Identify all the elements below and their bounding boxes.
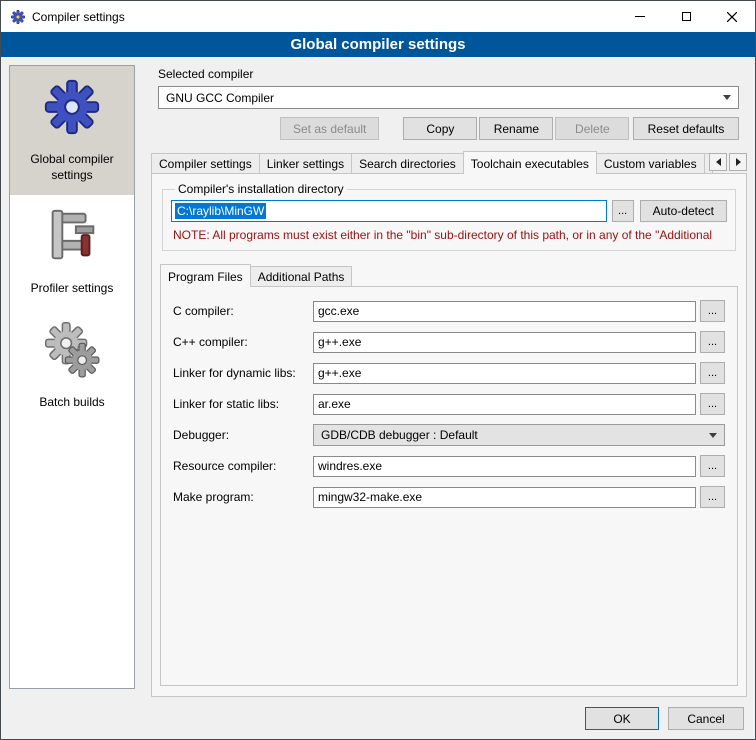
linker-dynamic-browse-button[interactable]: ...: [700, 362, 725, 384]
compiler-settings-window: Compiler settings Global compiler settin…: [0, 0, 756, 740]
tab-scroll-right-button[interactable]: [729, 153, 747, 171]
close-icon: [727, 12, 737, 22]
field-row-linker-static: Linker for static libs: ...: [173, 393, 725, 415]
sidebar-item-label: Batch builds: [39, 394, 104, 410]
titlebar: Compiler settings: [1, 1, 755, 32]
linker-dynamic-input[interactable]: [313, 363, 696, 384]
app-icon: [10, 9, 26, 25]
auto-detect-button[interactable]: Auto-detect: [640, 200, 727, 222]
set-as-default-button[interactable]: Set as default: [280, 117, 379, 140]
delete-button[interactable]: Delete: [555, 117, 629, 140]
installation-directory-browse-button[interactable]: ...: [612, 200, 634, 222]
reset-defaults-button[interactable]: Reset defaults: [633, 117, 739, 140]
minimize-icon: [635, 16, 645, 17]
linker-static-browse-button[interactable]: ...: [700, 393, 725, 415]
tab-linker-settings[interactable]: Linker settings: [259, 153, 352, 173]
tab-scroll-controls: [707, 153, 747, 171]
c-compiler-browse-button[interactable]: ...: [700, 300, 725, 322]
resource-compiler-label: Resource compiler:: [173, 459, 313, 473]
gray-gears-icon: [41, 319, 103, 381]
compiler-buttons-row: Set as default Copy Rename Delete Reset …: [158, 117, 739, 140]
settings-sidebar: Global compiler settings Profiler settin…: [9, 65, 135, 689]
field-row-linker-dynamic: Linker for dynamic libs: ...: [173, 362, 725, 384]
linker-static-label: Linker for static libs:: [173, 397, 313, 411]
c-compiler-label: C compiler:: [173, 304, 313, 318]
debugger-select-value: GDB/CDB debugger : Default: [321, 428, 703, 442]
compiler-select[interactable]: GNU GCC Compiler: [158, 86, 739, 109]
installation-directory-legend: Compiler's installation directory: [175, 182, 347, 196]
make-program-input[interactable]: [313, 487, 696, 508]
window-controls: [617, 1, 755, 32]
field-row-c-compiler: C compiler: ...: [173, 300, 725, 322]
field-row-make-program: Make program: ...: [173, 486, 725, 508]
tab-scroll-left-button[interactable]: [709, 153, 727, 171]
dialog-body: Global compiler settings Profiler settin…: [1, 57, 755, 739]
triangle-left-icon: [716, 158, 721, 166]
make-program-browse-button[interactable]: ...: [700, 486, 725, 508]
sidebar-item-label: Global compiler settings: [12, 151, 132, 183]
cpp-compiler-browse-button[interactable]: ...: [700, 331, 725, 353]
sidebar-item-global-compiler-settings[interactable]: Global compiler settings: [10, 66, 134, 195]
profiler-clamp-icon: [41, 205, 103, 267]
tab-program-files[interactable]: Program Files: [160, 264, 251, 287]
tab-toolchain-executables[interactable]: Toolchain executables: [463, 151, 597, 174]
field-row-debugger: Debugger: GDB/CDB debugger : Default: [173, 424, 725, 446]
make-program-label: Make program:: [173, 490, 313, 504]
sidebar-item-batch-builds[interactable]: Batch builds: [10, 309, 134, 422]
ok-button[interactable]: OK: [585, 707, 659, 730]
resource-compiler-browse-button[interactable]: ...: [700, 455, 725, 477]
page-title: Global compiler settings: [1, 32, 755, 57]
chevron-down-icon: [709, 433, 717, 438]
compiler-select-value: GNU GCC Compiler: [166, 91, 717, 105]
minimize-button[interactable]: [617, 1, 663, 32]
debugger-select[interactable]: GDB/CDB debugger : Default: [313, 424, 725, 446]
rename-button[interactable]: Rename: [479, 117, 553, 140]
chevron-down-icon: [723, 95, 731, 100]
maximize-button[interactable]: [663, 1, 709, 32]
blue-gear-icon: [41, 76, 103, 138]
field-row-cpp-compiler: C++ compiler: ...: [173, 331, 725, 353]
window-title: Compiler settings: [32, 10, 125, 24]
main-panel: Selected compiler GNU GCC Compiler Set a…: [151, 65, 747, 697]
field-row-resource-compiler: Resource compiler: ...: [173, 455, 725, 477]
linker-static-input[interactable]: [313, 394, 696, 415]
cancel-button[interactable]: Cancel: [668, 707, 744, 730]
sidebar-item-profiler-settings[interactable]: Profiler settings: [10, 195, 134, 308]
settings-tabstrip: Compiler settings Linker settings Search…: [151, 150, 747, 173]
linker-dynamic-label: Linker for dynamic libs:: [173, 366, 313, 380]
maximize-icon: [682, 12, 691, 21]
copy-button[interactable]: Copy: [403, 117, 477, 140]
installation-directory-row: C:\raylib\MinGW ... Auto-detect: [171, 200, 727, 222]
tab-custom-variables[interactable]: Custom variables: [596, 153, 705, 173]
cpp-compiler-label: C++ compiler:: [173, 335, 313, 349]
compiler-selection-section: Selected compiler GNU GCC Compiler Set a…: [151, 65, 747, 140]
installation-directory-group: Compiler's installation directory C:\ray…: [162, 182, 736, 251]
program-files-page: C compiler: ... C++ compiler: ... Linker…: [160, 286, 738, 686]
installation-directory-input[interactable]: C:\raylib\MinGW: [171, 200, 607, 222]
tab-additional-paths[interactable]: Additional Paths: [250, 266, 353, 286]
selected-compiler-label: Selected compiler: [158, 67, 739, 81]
tab-search-directories[interactable]: Search directories: [351, 153, 464, 173]
close-button[interactable]: [709, 1, 755, 32]
resource-compiler-input[interactable]: [313, 456, 696, 477]
tab-compiler-settings[interactable]: Compiler settings: [151, 153, 260, 173]
cpp-compiler-input[interactable]: [313, 332, 696, 353]
c-compiler-input[interactable]: [313, 301, 696, 322]
toolchain-executables-page: Compiler's installation directory C:\ray…: [151, 173, 747, 697]
installation-directory-value: C:\raylib\MinGW: [175, 203, 266, 219]
debugger-label: Debugger:: [173, 428, 313, 442]
triangle-right-icon: [736, 158, 741, 166]
program-files-tabstrip: Program Files Additional Paths: [160, 264, 738, 286]
bin-subdirectory-note: NOTE: All programs must exist either in …: [173, 228, 725, 242]
dialog-footer: OK Cancel: [585, 707, 744, 730]
sidebar-item-label: Profiler settings: [31, 280, 114, 296]
